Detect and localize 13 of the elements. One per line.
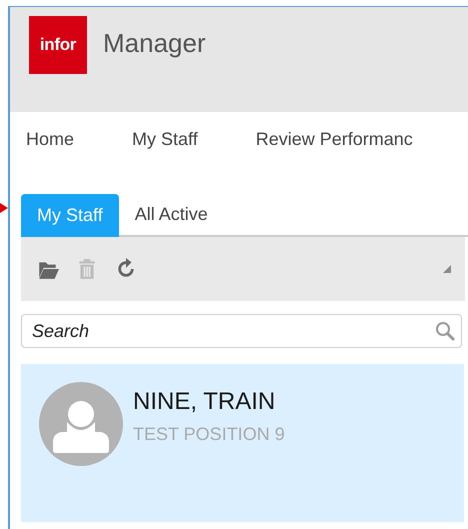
app-title: Manager — [103, 28, 206, 59]
search-field[interactable]: Search — [21, 314, 462, 348]
pointer-arrow-icon — [0, 203, 8, 213]
dropdown-icon[interactable] — [443, 265, 451, 273]
logo: infor — [29, 16, 87, 74]
nav-link[interactable]: Review Performanc — [256, 129, 413, 151]
staff-card[interactable]: NINE, TRAIN TEST POSITION 9 — [21, 364, 464, 522]
avatar-icon — [39, 382, 123, 466]
nav-link[interactable]: Home — [26, 129, 74, 151]
search-icon[interactable] — [435, 321, 455, 341]
nav-link[interactable]: My Staff — [132, 129, 198, 151]
staff-name: NINE, TRAIN — [133, 388, 276, 416]
staff-position: TEST POSITION 9 — [133, 424, 285, 445]
